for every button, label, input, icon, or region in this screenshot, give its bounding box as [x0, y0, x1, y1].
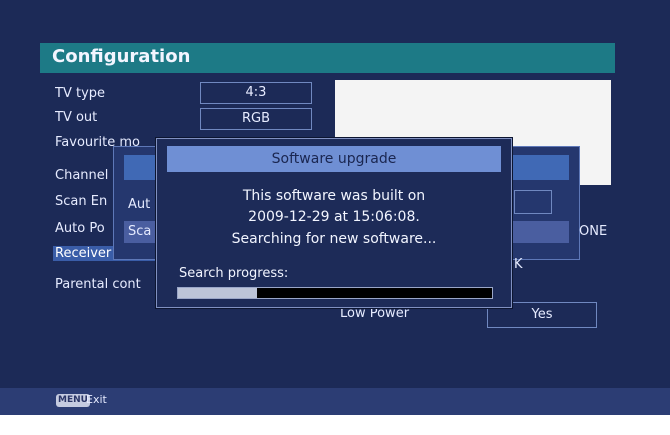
menu-item-tv-type[interactable]: TV type [55, 86, 105, 101]
menu-item-auto-power[interactable]: Auto Po [55, 221, 117, 236]
menu-item-scan[interactable]: Scan En [55, 194, 117, 209]
title-bar: Configuration [40, 43, 615, 73]
page-title: Configuration [52, 46, 191, 67]
dialog-title: Software upgrade [167, 146, 501, 172]
menu-item-parental[interactable]: Parental cont [55, 277, 155, 292]
screenshot: Configuration TV type TV out Favourite m… [0, 0, 670, 435]
submenu-item-scan[interactable]: Sca [128, 224, 151, 239]
dialog-line-1: This software was built on [242, 188, 426, 204]
dialog-line-2: 2009-12-29 at 15:06:08. [248, 209, 420, 225]
search-progress-bar [177, 287, 493, 299]
submenu-field[interactable] [514, 190, 552, 214]
low-power-label: Low Power [340, 306, 410, 321]
tv-type-field[interactable]: 4:3 [200, 82, 312, 104]
dialog-line-3: Searching for new software... [231, 231, 437, 247]
progress-label: Search progress: [179, 266, 289, 281]
submenu-item-auto[interactable]: Aut [128, 197, 150, 212]
exit-label: Exit [86, 393, 107, 406]
tv-out-field[interactable]: RGB [200, 108, 312, 130]
search-progress-fill [178, 288, 257, 298]
software-upgrade-dialog: Software upgrade This software was built… [156, 138, 512, 308]
footer-bar: MENU Exit [0, 388, 670, 415]
menu-item-channel[interactable]: Channel [55, 168, 117, 183]
submenu-value-one: ONE [579, 224, 608, 239]
menu-item-tv-out[interactable]: TV out [55, 110, 97, 125]
menu-key-icon[interactable]: MENU [56, 394, 90, 407]
tv-screen: Configuration TV type TV out Favourite m… [0, 0, 670, 415]
submenu-value-k: K [514, 257, 523, 272]
